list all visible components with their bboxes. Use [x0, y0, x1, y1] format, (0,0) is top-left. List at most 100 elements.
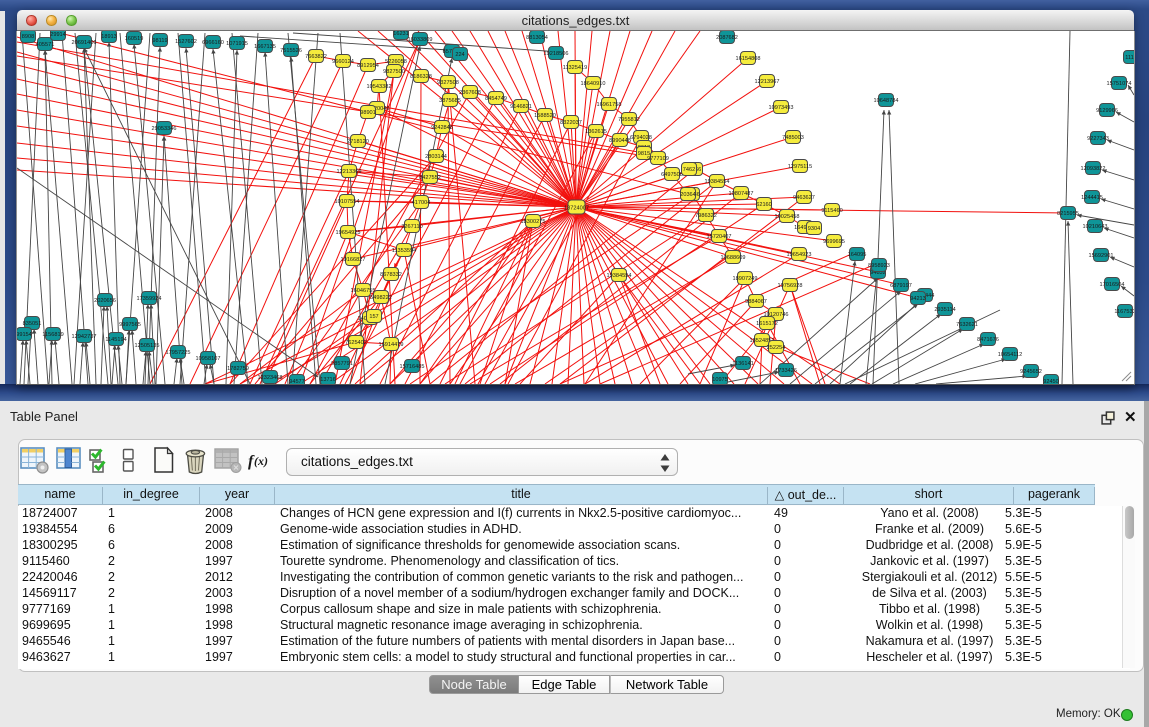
svg-text:12323468: 12323468: [258, 375, 283, 381]
svg-text:15751074: 15751074: [1107, 81, 1132, 87]
svg-text:1145194: 1145194: [105, 337, 126, 343]
svg-text:29914: 29914: [50, 32, 66, 38]
svg-text:7462: 7462: [683, 167, 695, 173]
svg-text:19384554: 19384554: [607, 273, 632, 279]
svg-text:7955812: 7955812: [618, 117, 640, 123]
svg-text:17957225: 17957225: [166, 350, 191, 356]
svg-text:15692901: 15692901: [1089, 253, 1114, 259]
svg-text:19654925: 19654925: [336, 230, 361, 236]
svg-text:9997565: 9997565: [119, 322, 141, 328]
svg-text:18907249: 18907249: [733, 276, 758, 282]
svg-text:2935114: 2935114: [934, 307, 955, 313]
svg-text:10107554: 10107554: [335, 199, 360, 205]
svg-text:12213369: 12213369: [337, 169, 362, 175]
svg-text:2087682: 2087682: [716, 35, 738, 41]
svg-text:9463627: 9463627: [793, 195, 815, 201]
svg-text:10543382: 10543382: [367, 84, 392, 90]
svg-text:17016504: 17016504: [1100, 282, 1125, 288]
svg-text:18640910: 18640910: [581, 81, 606, 87]
svg-text:16914479: 16914479: [379, 342, 404, 348]
svg-text:9660124: 9660124: [332, 59, 354, 65]
svg-text:9146821: 9146821: [510, 104, 532, 110]
svg-text:29053346: 29053346: [152, 126, 177, 132]
svg-text:8912954: 8912954: [357, 63, 379, 69]
svg-text:8471676: 8471676: [977, 337, 999, 343]
svg-text:17359924: 17359924: [137, 296, 162, 302]
svg-text:9227343: 9227343: [1087, 136, 1109, 142]
svg-text:19218506: 19218506: [544, 51, 569, 57]
svg-text:7986322: 7986322: [695, 213, 717, 219]
svg-text:7663822: 7663822: [305, 54, 327, 60]
svg-text:12942737: 12942737: [72, 334, 97, 340]
svg-text:94577: 94577: [289, 379, 305, 384]
svg-text:1588520: 1588520: [534, 113, 556, 119]
svg-text:12975115: 12975115: [788, 164, 812, 170]
svg-text:12093822: 12093822: [1081, 166, 1106, 172]
svg-text:9129966: 9129966: [1096, 108, 1118, 114]
svg-text:1782759: 1782759: [227, 366, 249, 372]
svg-text:10807487: 10807487: [729, 191, 754, 197]
svg-text:9115460: 9115460: [821, 208, 842, 214]
svg-text:13716: 13716: [320, 377, 336, 383]
svg-text:18913: 18913: [101, 34, 117, 40]
svg-text:417004: 417004: [412, 200, 431, 206]
svg-text:2367608: 2367608: [459, 90, 481, 96]
svg-text:8186328: 8186328: [410, 74, 432, 80]
svg-text:98119: 98119: [152, 38, 167, 44]
svg-text:8427552: 8427552: [419, 175, 441, 181]
svg-text:1733426: 1733426: [775, 368, 797, 374]
svg-text:224: 224: [455, 52, 464, 58]
svg-text:160519: 160519: [125, 36, 144, 42]
svg-text:11353594: 11353594: [392, 248, 416, 254]
svg-text:7485003: 7485003: [782, 135, 804, 141]
svg-text:18300275: 18300275: [521, 219, 546, 225]
svg-text:16154808: 16154808: [736, 56, 761, 62]
svg-text:94213: 94213: [910, 296, 926, 302]
svg-text:1244415: 1244415: [1081, 195, 1103, 201]
svg-text:16961758: 16961758: [597, 102, 622, 108]
svg-text:19384554: 19384554: [705, 179, 730, 185]
svg-text:405571: 405571: [36, 42, 55, 48]
svg-text:10654112: 10654112: [998, 352, 1022, 358]
svg-text:19654923: 19654923: [787, 252, 812, 258]
svg-text:6966160: 6966160: [202, 40, 224, 46]
svg-text:6497508: 6497508: [661, 172, 683, 178]
svg-text:10648784: 10648784: [874, 98, 899, 104]
svg-text:2803144: 2803144: [425, 154, 447, 160]
svg-text:98901: 98901: [360, 110, 376, 116]
svg-text:16046755: 16046755: [351, 288, 376, 294]
svg-text:1362615: 1362615: [585, 129, 607, 135]
svg-text:8958923: 8958923: [868, 263, 890, 269]
svg-text:9304: 9304: [808, 226, 820, 232]
svg-text:9884067: 9884067: [745, 299, 767, 305]
svg-text:9857791: 9857791: [331, 361, 353, 367]
svg-text:8813054: 8813054: [526, 35, 548, 41]
svg-text:92450: 92450: [1043, 379, 1059, 384]
svg-text:18724007: 18724007: [564, 206, 589, 212]
svg-text:20364: 20364: [680, 192, 696, 198]
svg-text:99154: 99154: [17, 332, 32, 338]
svg-text:9699695: 9699695: [823, 239, 845, 245]
svg-text:62160: 62160: [756, 202, 772, 208]
svg-text:8908: 8908: [22, 34, 34, 40]
svg-text:6879197: 6879197: [890, 283, 912, 289]
svg-text:16033809: 16033809: [408, 37, 433, 43]
svg-text:10025458: 10025458: [775, 214, 800, 220]
svg-text:15716485: 15716485: [400, 364, 425, 370]
svg-text:12213967: 12213967: [755, 79, 780, 85]
svg-text:3875685: 3875685: [439, 98, 461, 104]
svg-text:835051: 835051: [23, 321, 42, 327]
svg-text:8678332: 8678332: [380, 272, 402, 278]
svg-text:8454749: 8454749: [485, 96, 507, 102]
svg-text:16231: 16231: [393, 31, 409, 37]
svg-text:157: 157: [369, 314, 378, 320]
svg-text:10688609: 10688609: [721, 255, 746, 261]
svg-text:164095: 164095: [848, 252, 867, 258]
svg-text:1071915: 1071915: [226, 41, 248, 47]
svg-text:2718120: 2718120: [347, 139, 369, 145]
svg-text:5498222: 5498222: [370, 295, 392, 301]
svg-text:(x): (x): [254, 454, 268, 468]
svg-text:9777109: 9777109: [647, 156, 669, 162]
svg-text:252254: 252254: [767, 345, 786, 351]
svg-text:10210643: 10210643: [1083, 224, 1108, 230]
